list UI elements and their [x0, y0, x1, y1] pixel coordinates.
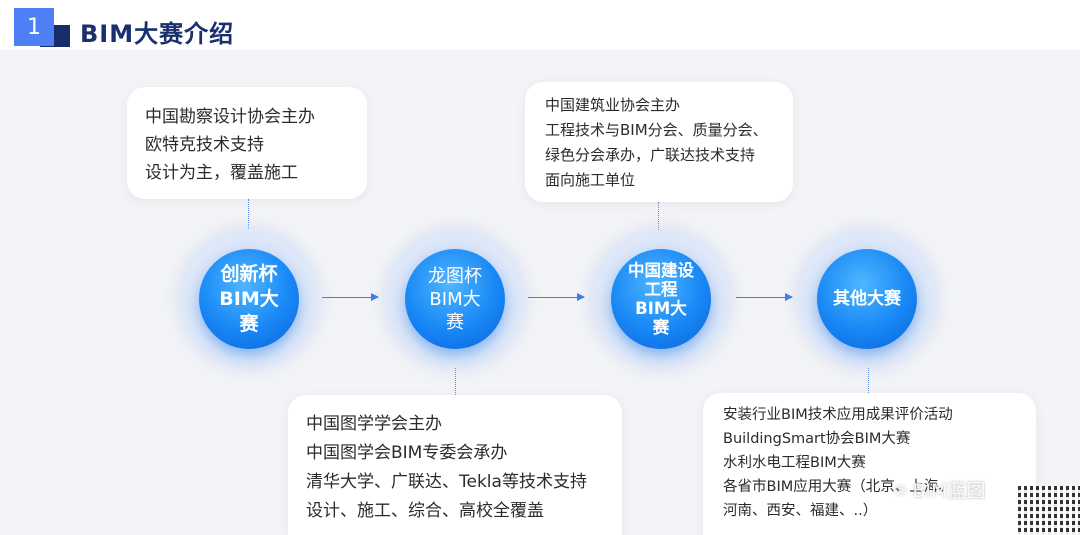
info-card-longtu: 中国图学学会主办 中国图学会BIM专委会承办 清华大学、广联达、Tekla等技术… [288, 395, 622, 535]
card-line: BuildingSmart协会BIM大赛 [723, 431, 911, 447]
card-line: 面向施工单位 [545, 171, 636, 189]
qr-code-pattern [1018, 486, 1080, 535]
competition-label: 龙图杯 BIM大 赛 [428, 265, 482, 333]
competition-label: 其他大赛 [833, 289, 901, 309]
info-card-chuangxin: 中国勘察设计协会主办 欧特克技术支持 设计为主，覆盖施工 [127, 87, 367, 199]
watermark: ⌾ BIM蓝图 [895, 476, 986, 503]
header: 1 BIM大赛介绍 [0, 0, 1080, 50]
flow-arrow [528, 293, 585, 301]
competition-ball: 创新杯 BIM大 赛 [199, 249, 299, 349]
card-line: 工程技术与BIM分会、质量分会、 [545, 121, 768, 139]
card-line: 设计为主，覆盖施工 [145, 163, 298, 183]
page-title: BIM大赛介绍 [80, 20, 235, 48]
card-line: 安装行业BIM技术应用成果评价活动 [723, 407, 953, 423]
watermark-text: BIM蓝图 [912, 480, 986, 502]
card-line: 清华大学、广联达、Tekla等技术支持 [306, 472, 587, 492]
wechat-icon: ⌾ [895, 480, 907, 502]
competition-node-china-construction: 中国建设 工程 BIM大 赛 [592, 230, 730, 368]
card-line: 绿色分会承办，广联达技术支持 [545, 146, 756, 164]
competition-ball: 其他大赛 [817, 249, 917, 349]
competition-node-others: 其他大赛 [798, 230, 936, 368]
competition-label: 创新杯 BIM大 赛 [219, 262, 279, 335]
card-line: 设计、施工、综合、高校全覆盖 [306, 501, 544, 521]
competition-ball: 中国建设 工程 BIM大 赛 [611, 249, 711, 349]
card-line: 中国建筑业协会主办 [545, 96, 681, 114]
card-line: 中国勘察设计协会主办 [145, 107, 315, 127]
info-card-others: 安装行业BIM技术应用成果评价活动 BuildingSmart协会BIM大赛 水… [703, 393, 1036, 535]
connector-line [658, 202, 659, 232]
competition-ball: 龙图杯 BIM大 赛 [405, 249, 505, 349]
card-line: 中国图学会BIM专委会承办 [306, 443, 508, 463]
section-number: 1 [14, 8, 54, 46]
flow-arrow [736, 293, 793, 301]
competition-label: 中国建设 工程 BIM大 赛 [628, 261, 694, 337]
card-line: 欧特克技术支持 [145, 135, 264, 155]
card-line: 水利水电工程BIM大赛 [723, 455, 866, 471]
info-card-china-construction: 中国建筑业协会主办 工程技术与BIM分会、质量分会、 绿色分会承办，广联达技术支… [525, 82, 793, 202]
competition-node-longtu: 龙图杯 BIM大 赛 [386, 230, 524, 368]
flow-arrow [322, 293, 379, 301]
card-line: 中国图学学会主办 [306, 414, 442, 434]
competition-node-chuangxin: 创新杯 BIM大 赛 [180, 230, 318, 368]
